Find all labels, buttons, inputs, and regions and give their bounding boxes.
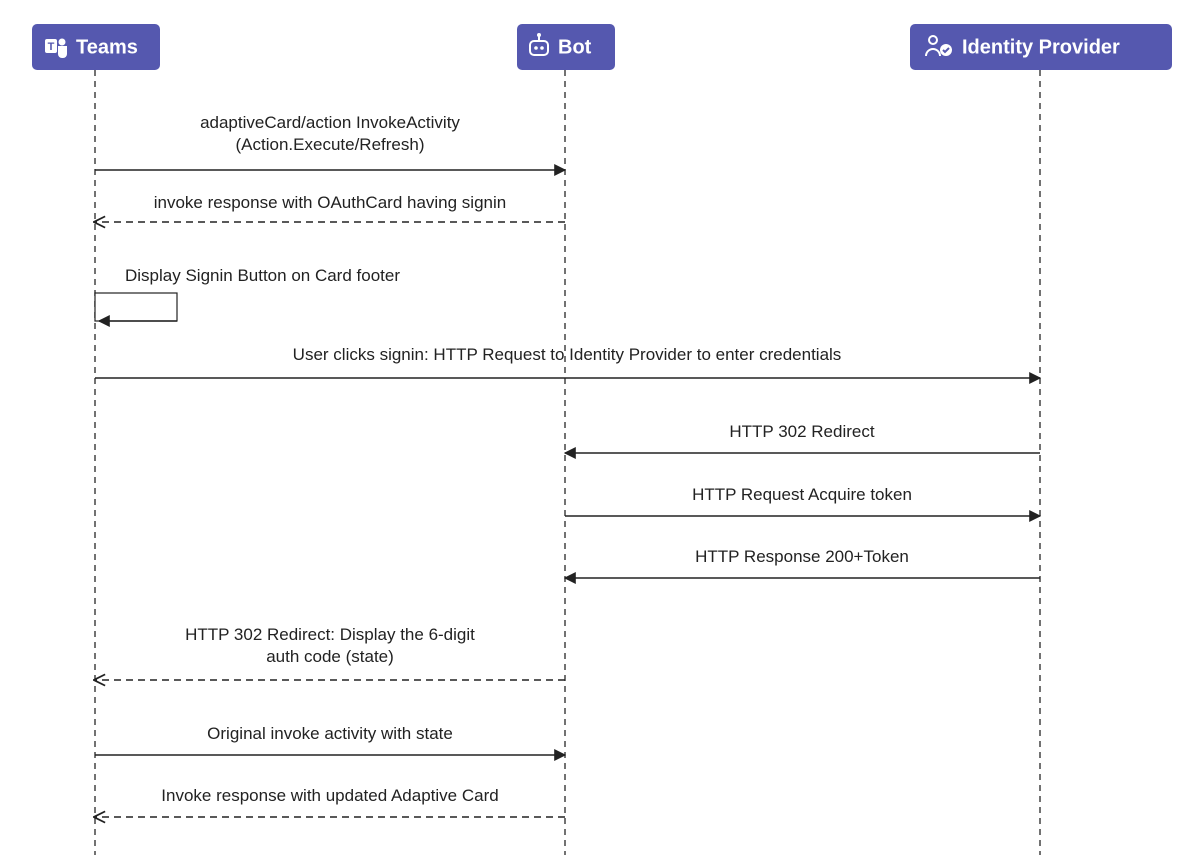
participant-idp: Identity Provider: [910, 24, 1172, 70]
svg-text:(Action.Execute/Refresh): (Action.Execute/Refresh): [236, 135, 425, 154]
msg-acquire-token: HTTP Request Acquire token: [565, 485, 1040, 516]
msg-display-signin: Display Signin Button on Card footer: [95, 266, 400, 321]
msg-200-token: HTTP Response 200+Token: [565, 547, 1040, 578]
svg-text:adaptiveCard/action InvokeActi: adaptiveCard/action InvokeActivity: [200, 113, 460, 132]
svg-text:Display Signin Button on Card: Display Signin Button on Card footer: [125, 266, 400, 285]
svg-text:HTTP 302 Redirect: HTTP 302 Redirect: [729, 422, 874, 441]
msg-original-invoke-state: Original invoke activity with state: [95, 724, 565, 755]
msg-302-redirect: HTTP 302 Redirect: [565, 422, 1040, 453]
svg-text:HTTP Response 200+Token: HTTP Response 200+Token: [695, 547, 909, 566]
svg-text:HTTP 302 Redirect: Display the: HTTP 302 Redirect: Display the 6-digit: [185, 625, 475, 644]
svg-text:Original invoke activity with: Original invoke activity with state: [207, 724, 453, 743]
svg-text:auth code (state): auth code (state): [266, 647, 394, 666]
svg-text:invoke response with OAuthCard: invoke response with OAuthCard having si…: [154, 193, 506, 212]
msg-updated-card: Invoke response with updated Adaptive Ca…: [95, 786, 565, 817]
participant-teams: T Teams: [32, 24, 160, 70]
svg-text:HTTP Request Acquire token: HTTP Request Acquire token: [692, 485, 912, 504]
msg-oauth-response: invoke response with OAuthCard having si…: [95, 193, 565, 222]
participant-teams-label: Teams: [76, 36, 138, 58]
msg-invoke-activity: adaptiveCard/action InvokeActivity (Acti…: [95, 113, 565, 170]
participant-idp-label: Identity Provider: [962, 36, 1120, 58]
msg-signin-request: User clicks signin: HTTP Request to Iden…: [95, 345, 1040, 378]
participant-bot: Bot: [517, 24, 615, 70]
participant-bot-label: Bot: [558, 36, 592, 58]
msg-display-auth-code: HTTP 302 Redirect: Display the 6-digit a…: [95, 625, 565, 680]
svg-text:Invoke response with updated A: Invoke response with updated Adaptive Ca…: [161, 786, 498, 805]
svg-text:T: T: [48, 41, 55, 53]
svg-text:User clicks signin: HTTP Reque: User clicks signin: HTTP Request to Iden…: [293, 345, 842, 364]
sequence-diagram: T Teams Bot Identity Provider adaptiveCa…: [0, 0, 1200, 855]
